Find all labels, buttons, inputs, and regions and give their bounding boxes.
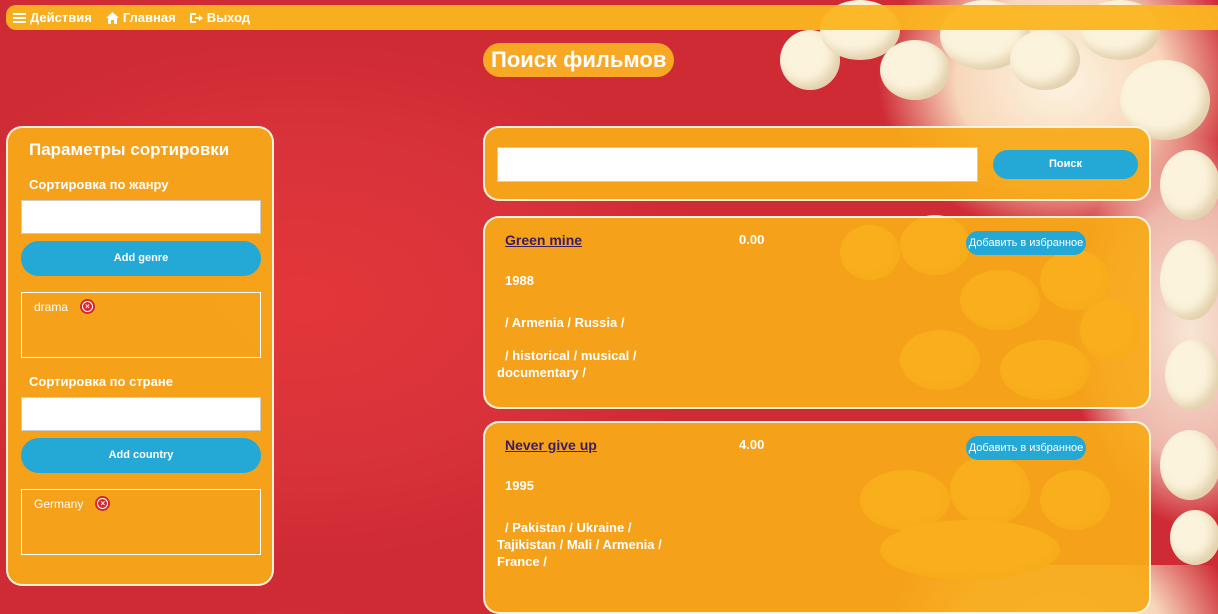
movie-title-link[interactable]: Green mine <box>505 232 582 248</box>
movie-countries-text: / Armenia / Russia / <box>505 315 625 330</box>
genre-tag-list: drama × <box>21 292 261 358</box>
add-to-favorites-button[interactable]: Добавить в избранное <box>966 231 1086 255</box>
logout-icon <box>189 12 203 23</box>
add-genre-button[interactable]: Add genre <box>21 241 261 276</box>
add-country-button[interactable]: Add country <box>21 438 261 473</box>
search-panel: Поиск <box>483 126 1151 201</box>
nav-home[interactable]: Главная <box>105 10 176 25</box>
country-tag-label: Germany <box>34 496 84 511</box>
add-to-favorites-button[interactable]: Добавить в избранное <box>966 436 1086 460</box>
country-tag: Germany × <box>34 496 111 511</box>
page-title: Поиск фильмов <box>483 43 675 77</box>
genre-tag-label: drama <box>34 299 69 314</box>
movie-rating: 0.00 <box>739 232 765 247</box>
movie-countries: / Armenia / Russia / <box>497 314 662 331</box>
movie-countries: / Pakistan / Ukraine / Tajikistan / Mali… <box>497 519 662 570</box>
top-navigation-bar: Действия Главная Выход <box>6 5 1218 30</box>
nav-actions-label: Действия <box>30 10 92 25</box>
movie-year: 1988 <box>505 273 534 288</box>
search-button[interactable]: Поиск <box>993 150 1138 179</box>
nav-logout[interactable]: Выход <box>189 10 251 25</box>
movie-card: Never give up 4.00 Добавить в избранное … <box>483 421 1151 614</box>
movie-rating: 4.00 <box>739 437 765 452</box>
country-input[interactable] <box>21 397 261 431</box>
movie-genres-text: / historical / musical / documentary / <box>497 348 637 380</box>
movie-year: 1995 <box>505 478 534 493</box>
movie-title-link[interactable]: Never give up <box>505 437 597 453</box>
nav-actions[interactable]: Действия <box>13 10 92 25</box>
nav-logout-label: Выход <box>206 10 251 25</box>
nav-home-label: Главная <box>122 10 176 25</box>
genre-input[interactable] <box>21 200 261 234</box>
genre-sort-label: Сортировка по жанру <box>29 177 169 192</box>
menu-icon <box>13 12 26 23</box>
remove-icon[interactable]: × <box>95 496 111 511</box>
remove-icon[interactable]: × <box>80 299 96 314</box>
search-input[interactable] <box>497 147 978 182</box>
sort-panel-title: Параметры сортировки <box>29 140 230 159</box>
movie-card: Green mine 0.00 Добавить в избранное 198… <box>483 216 1151 409</box>
genre-tag: drama × <box>34 299 96 314</box>
country-tag-list: Germany × <box>21 489 261 555</box>
home-icon <box>105 11 119 24</box>
movie-genres: / historical / musical / documentary / <box>497 347 662 381</box>
country-sort-label: Сортировка по стране <box>29 374 173 389</box>
sort-parameters-panel: Параметры сортировки Сортировка по жанру… <box>6 126 274 586</box>
movie-countries-text: / Pakistan / Ukraine / Tajikistan / Mali… <box>497 520 662 569</box>
